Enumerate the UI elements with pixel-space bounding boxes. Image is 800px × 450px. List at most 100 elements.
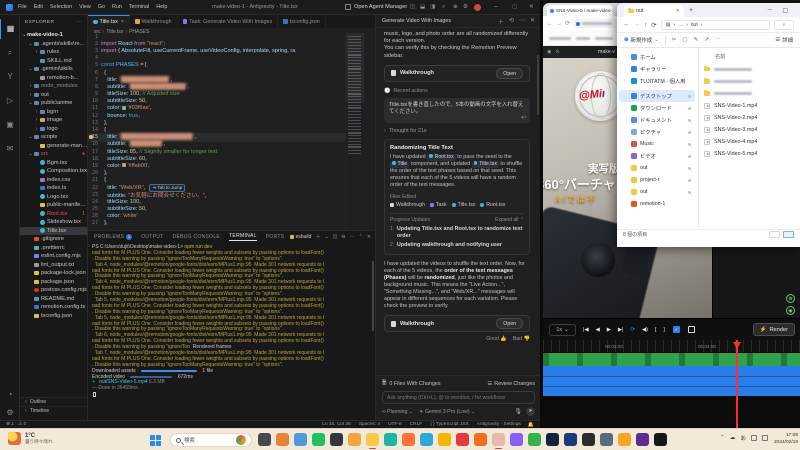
terminal-scrollbar[interactable] [372, 261, 374, 331]
menu-item[interactable]: File [18, 4, 27, 10]
refresh-icon[interactable]: ⟳ [651, 21, 656, 29]
file-row[interactable] [701, 87, 800, 99]
taskbar-app-photos[interactable] [618, 433, 631, 446]
forward-icon[interactable]: → [634, 21, 641, 28]
code-line[interactable]: 3import { AbsoluteFill, useCurrentFrame,… [88, 47, 345, 54]
code-line[interactable]: 27 }, [88, 220, 345, 227]
file-tree-item[interactable]: .prettierrc [20, 244, 88, 253]
timeline-ruler[interactable]: 00:02:00 00:04:00 [543, 340, 800, 353]
file-tree-item[interactable]: README.md [20, 295, 88, 304]
explorer-nav-item[interactable]: ダウンロード [619, 102, 695, 114]
taskbar-app-app[interactable] [330, 433, 343, 446]
code-line[interactable]: 26 color: 'white' [88, 213, 345, 220]
taskbar-app-after-effects[interactable] [636, 433, 649, 446]
taskbar-app-app[interactable] [276, 433, 289, 446]
share-icon[interactable]: ↗ [704, 37, 709, 43]
taskbar-app-app[interactable] [600, 433, 613, 446]
model-dropdown[interactable]: ✦ Gemini 3 Pro (Low) ⌄ [419, 409, 475, 415]
code-line[interactable]: 17 titleSize: 85, // Slightly smaller fo… [88, 148, 345, 155]
taskbar-app-edge[interactable] [420, 433, 433, 446]
explorer-nav-item[interactable]: ドキュメント [619, 114, 695, 126]
cut-icon[interactable]: ✂ [672, 37, 677, 43]
agent-chat-input[interactable]: Ask anything (Ctrl+L), @ to mention, / f… [382, 391, 535, 404]
explorer-nav-item[interactable]: ホーム [619, 51, 695, 63]
extensions-icon[interactable]: ▣ [0, 115, 20, 135]
network-icon[interactable] [751, 435, 757, 441]
explorer-nav-item[interactable]: out [619, 162, 695, 174]
code-line[interactable]: 6 { [88, 69, 345, 76]
code-line[interactable]: 23 subtitle: "お気軽にお問合せください。", [88, 191, 345, 198]
errors-indicator[interactable]: ⊗ 1 [6, 422, 14, 427]
file-row[interactable] [701, 63, 800, 75]
taskbar-app-app[interactable] [348, 433, 361, 446]
file-tree-item[interactable]: .gitignore [20, 235, 88, 244]
menu-item[interactable]: Run [112, 4, 122, 10]
explorer-nav-item[interactable]: ギャラリー [619, 63, 695, 75]
file-tree-item[interactable]: ⌄src● [20, 150, 88, 159]
skip-start-icon[interactable]: |◀ [583, 327, 589, 333]
status-item[interactable]: { } TypeScript JSX [430, 422, 469, 427]
agent-scrollbar[interactable] [537, 55, 539, 115]
file-tree-item[interactable]: ⌄.gemini\skills [20, 65, 88, 74]
file-tree-item[interactable]: ›bgm [20, 108, 88, 117]
code-line[interactable]: 14 { [88, 126, 345, 133]
file-tree-item[interactable]: Bgm.tsx [20, 159, 88, 168]
code-line[interactable]: 7 title: "████████████", [88, 76, 345, 83]
battery-icon[interactable] [762, 435, 768, 441]
code-line[interactable]: 11 color: '#03f6ae', [88, 105, 345, 112]
transparency-toggle[interactable]: ✓ [673, 326, 680, 333]
weather-widget[interactable]: 1°C 曇り時々晴れ [8, 432, 53, 445]
status-item[interactable]: Antigravity - Settings [477, 422, 521, 427]
status-item[interactable]: Spaces: 4 [359, 422, 380, 427]
agent-close-icon[interactable]: ✕ [530, 17, 535, 26]
taskbar-app-lightroom[interactable] [564, 433, 577, 446]
more-icon[interactable]: ⋯ [715, 37, 721, 43]
panel-tab-output[interactable]: OUTPUT [141, 234, 163, 240]
layout-sidebar-icon[interactable]: ◫ [410, 4, 415, 10]
new-terminal-icon[interactable]: ＋ [315, 233, 320, 240]
new-tab-icon[interactable]: + [689, 7, 693, 14]
menu-item[interactable]: Go [98, 4, 105, 10]
playhead-line[interactable] [736, 340, 738, 428]
tab-close-icon[interactable]: × [121, 19, 124, 25]
code-line[interactable]: 18 subtitleSize: 60, [88, 155, 345, 162]
up-icon[interactable]: ↑ [644, 21, 647, 28]
taskbar-app-firefox[interactable] [402, 433, 415, 446]
file-tree-item[interactable]: ›image [20, 116, 88, 125]
code-line[interactable]: 10 subtitleSize: 50, [88, 98, 345, 105]
open-walkthrough-button[interactable]: Open [496, 68, 523, 79]
file-tree-item[interactable]: Logo.tsx [20, 193, 88, 202]
explorer-nav-item[interactable]: out [619, 186, 695, 198]
history-icon[interactable]: ⟲ [509, 17, 514, 26]
explorer-activity-icon[interactable]: ▦ [0, 19, 20, 39]
lightbulb-icon[interactable] [89, 135, 93, 139]
explorer-nav-item[interactable]: project-r [619, 174, 695, 186]
layout-secondary-icon[interactable]: ◨ [430, 4, 435, 10]
file-tree-item[interactable]: Root.tsx1 [20, 210, 88, 219]
file-row[interactable]: SNS-Video-3.mp4 [701, 124, 800, 136]
details-view-toggle[interactable] [783, 231, 794, 238]
shell-dropdown-icon[interactable]: ⌄ [324, 234, 328, 240]
file-tree-item[interactable]: ›rules [20, 48, 88, 57]
explorer-nav-item[interactable]: ピクチャ [619, 126, 695, 138]
file-tree-item[interactable]: package.json [20, 278, 88, 287]
file-tree-item[interactable]: eslint.config.mjs [20, 252, 88, 261]
thought-row[interactable]: ›Thought for 21s [384, 128, 530, 134]
taskbar-app-file-explorer[interactable] [366, 433, 379, 446]
taskbar-app-app[interactable] [258, 433, 271, 446]
source-control-icon[interactable]: Y [0, 67, 20, 87]
mail-icon[interactable]: ✉ [0, 139, 20, 159]
prev-frame-icon[interactable]: ◀ [596, 327, 600, 333]
agent-more-icon[interactable]: ⋯ [519, 17, 525, 26]
warnings-indicator[interactable]: ⚠ 0 [18, 422, 26, 427]
playback-speed-dropdown[interactable]: 1x⌄ [549, 324, 576, 336]
progress-item[interactable]: 1Updating Title.tsx and Root.tsx to rand… [390, 226, 524, 240]
rename-icon[interactable]: ✎ [694, 37, 699, 43]
new-chat-icon[interactable]: ＋ [498, 17, 504, 26]
file-tree-item[interactable]: ⌄public\anime [20, 99, 88, 108]
video-track-group[interactable] [543, 366, 800, 396]
files-with-changes-row[interactable]: 🗎 0 Files With Changes ☰Review Changes [382, 379, 535, 388]
code-line[interactable]: 20 }, [88, 170, 345, 177]
code-line[interactable]: 15 title: "██████████████████", [88, 134, 345, 141]
browser-address-bar[interactable] [573, 19, 619, 28]
